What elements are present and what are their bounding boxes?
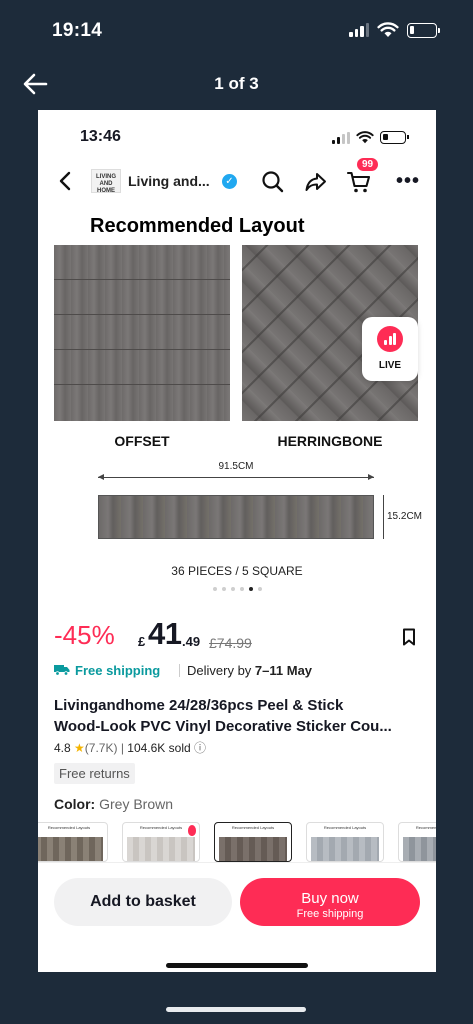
price-whole: 41 [148, 616, 182, 651]
carousel-dot[interactable] [230, 587, 235, 591]
separator [179, 664, 180, 677]
free-shipping-label: Free shipping [75, 663, 161, 678]
shop-name[interactable]: Living and... [128, 173, 210, 189]
price-decimal: .49 [182, 634, 201, 649]
bottom-action-bar: Add to basket Buy now Free shipping [38, 862, 436, 972]
offset-label: OFFSET [114, 433, 170, 449]
delivery-estimate: Delivery by 7–11 May [187, 663, 312, 678]
carousel-dot[interactable] [257, 587, 262, 591]
product-title-line2: Wood-Look PVC Vinyl Decorative Sticker C… [54, 718, 392, 735]
inner-clock: 13:46 [80, 128, 121, 145]
inner-status-icons [332, 130, 409, 144]
sold-count: 104.6K sold [127, 741, 191, 755]
original-price: £74.99 [209, 635, 252, 651]
carousel-dot[interactable] [221, 587, 226, 591]
delivery-prefix: Delivery by [187, 663, 255, 678]
product-image-carousel[interactable]: Recommended Layout OFFSET HERRINGBONE LI… [38, 205, 436, 605]
cellular-signal-icon [349, 23, 369, 37]
color-swatch[interactable]: Recommended Layouts [398, 822, 436, 862]
inner-battery-icon [380, 130, 409, 144]
product-screenshot: 13:46 LIVING AND HOME Living and... ✓ 99… [38, 110, 436, 972]
color-swatch[interactable]: Recommended Layouts [38, 822, 108, 862]
carousel-dots [38, 587, 436, 591]
rating-row[interactable]: 4.8 ★(7.7K) | 104.6K sold ⓘ [54, 739, 206, 756]
review-count: (7.7K) [84, 741, 118, 755]
shipping-row: Free shipping Delivery by 7–11 May [54, 662, 420, 680]
os-status-icons [349, 22, 440, 38]
swatch-image [311, 837, 379, 861]
bookmark-icon[interactable] [402, 628, 416, 646]
image-heading: Recommended Layout [90, 215, 305, 237]
swatch-caption: Recommended Layouts [415, 825, 436, 830]
currency-symbol: £ [138, 634, 146, 649]
carousel-dot[interactable] [212, 587, 217, 591]
color-swatches: Recommended Layouts Recommended Layouts Re… [38, 822, 436, 862]
color-swatch[interactable]: Recommended Layouts [214, 822, 292, 862]
product-title[interactable]: Livingandhome 24/28/36pcs Peel & Stick W… [54, 695, 422, 737]
price-row: -45% £ 41 .49 £74.99 [54, 616, 420, 656]
swatch-image [219, 837, 287, 861]
plank-height-label: 15.2CM [387, 511, 423, 522]
rating-value: 4.8 [54, 741, 71, 755]
swatch-image [127, 837, 195, 861]
color-swatch[interactable]: Recommended Layouts [122, 822, 200, 862]
cart-count-badge: 99 [356, 157, 380, 172]
inner-home-indicator [166, 963, 308, 968]
plank-width-label: 91.5CM [218, 461, 254, 472]
cart-icon[interactable] [346, 169, 372, 195]
image-counter: 1 of 3 [214, 74, 259, 93]
swatch-image [38, 837, 103, 861]
delivery-dates: 7–11 May [254, 663, 313, 678]
inner-wifi-icon [356, 130, 374, 143]
buy-now-sublabel: Free shipping [296, 908, 364, 920]
swatch-caption: Recommended Layouts [47, 825, 91, 830]
battery-icon [407, 22, 440, 38]
pieces-caption: 36 PIECES / 5 SQUARE [171, 564, 303, 578]
height-dimension-line [383, 495, 384, 539]
inner-signal-icon [332, 130, 350, 144]
image-viewer-bar: 1 of 3 [0, 62, 473, 106]
plank-image [98, 495, 374, 539]
color-label: Color: [54, 796, 100, 812]
free-returns-badge: Free returns [54, 763, 135, 784]
os-clock: 19:14 [52, 20, 103, 41]
more-options-icon[interactable]: ••• [396, 170, 420, 193]
chevron-left-icon[interactable] [56, 170, 76, 192]
shop-nav-bar: LIVING AND HOME Living and... ✓ 99 ••• [38, 157, 436, 202]
buy-now-label: Buy now [301, 890, 359, 907]
carousel-dot[interactable] [248, 587, 253, 591]
width-dimension-arrow [98, 474, 374, 480]
color-swatch[interactable]: Recommended Layouts [306, 822, 384, 862]
shop-logo[interactable]: LIVING AND HOME [91, 169, 121, 194]
live-badge[interactable]: LIVE [362, 317, 418, 381]
hot-flame-icon [188, 825, 196, 836]
product-title-line1: Livingandhome 24/28/36pcs Peel & Stick [54, 697, 344, 714]
offset-layout-image [54, 245, 230, 421]
add-to-basket-button[interactable]: Add to basket [54, 878, 232, 926]
wifi-icon [377, 22, 399, 37]
search-icon[interactable] [260, 169, 286, 195]
live-label: LIVE [378, 360, 402, 371]
discount-percent: -45% [54, 620, 115, 650]
buy-now-button[interactable]: Buy now Free shipping [240, 878, 420, 926]
share-icon[interactable] [303, 169, 329, 195]
swatch-caption: Recommended Layouts [323, 825, 367, 830]
inner-status-bar: 13:46 [38, 110, 436, 162]
carousel-dot[interactable] [239, 587, 244, 591]
star-icon: ★ [74, 741, 85, 755]
swatch-image [403, 837, 436, 861]
os-status-bar: 19:14 [0, 0, 473, 62]
truck-icon [54, 665, 70, 676]
live-bars-icon [377, 326, 403, 352]
verified-check-icon: ✓ [222, 174, 237, 189]
color-selector-label: Color: Grey Brown [54, 796, 173, 812]
info-icon[interactable]: ⓘ [194, 741, 206, 755]
herringbone-label: HERRINGBONE [277, 433, 383, 449]
color-value: Grey Brown [99, 796, 174, 812]
home-indicator [166, 1007, 306, 1012]
swatch-caption: Recommended Layouts [231, 825, 275, 830]
